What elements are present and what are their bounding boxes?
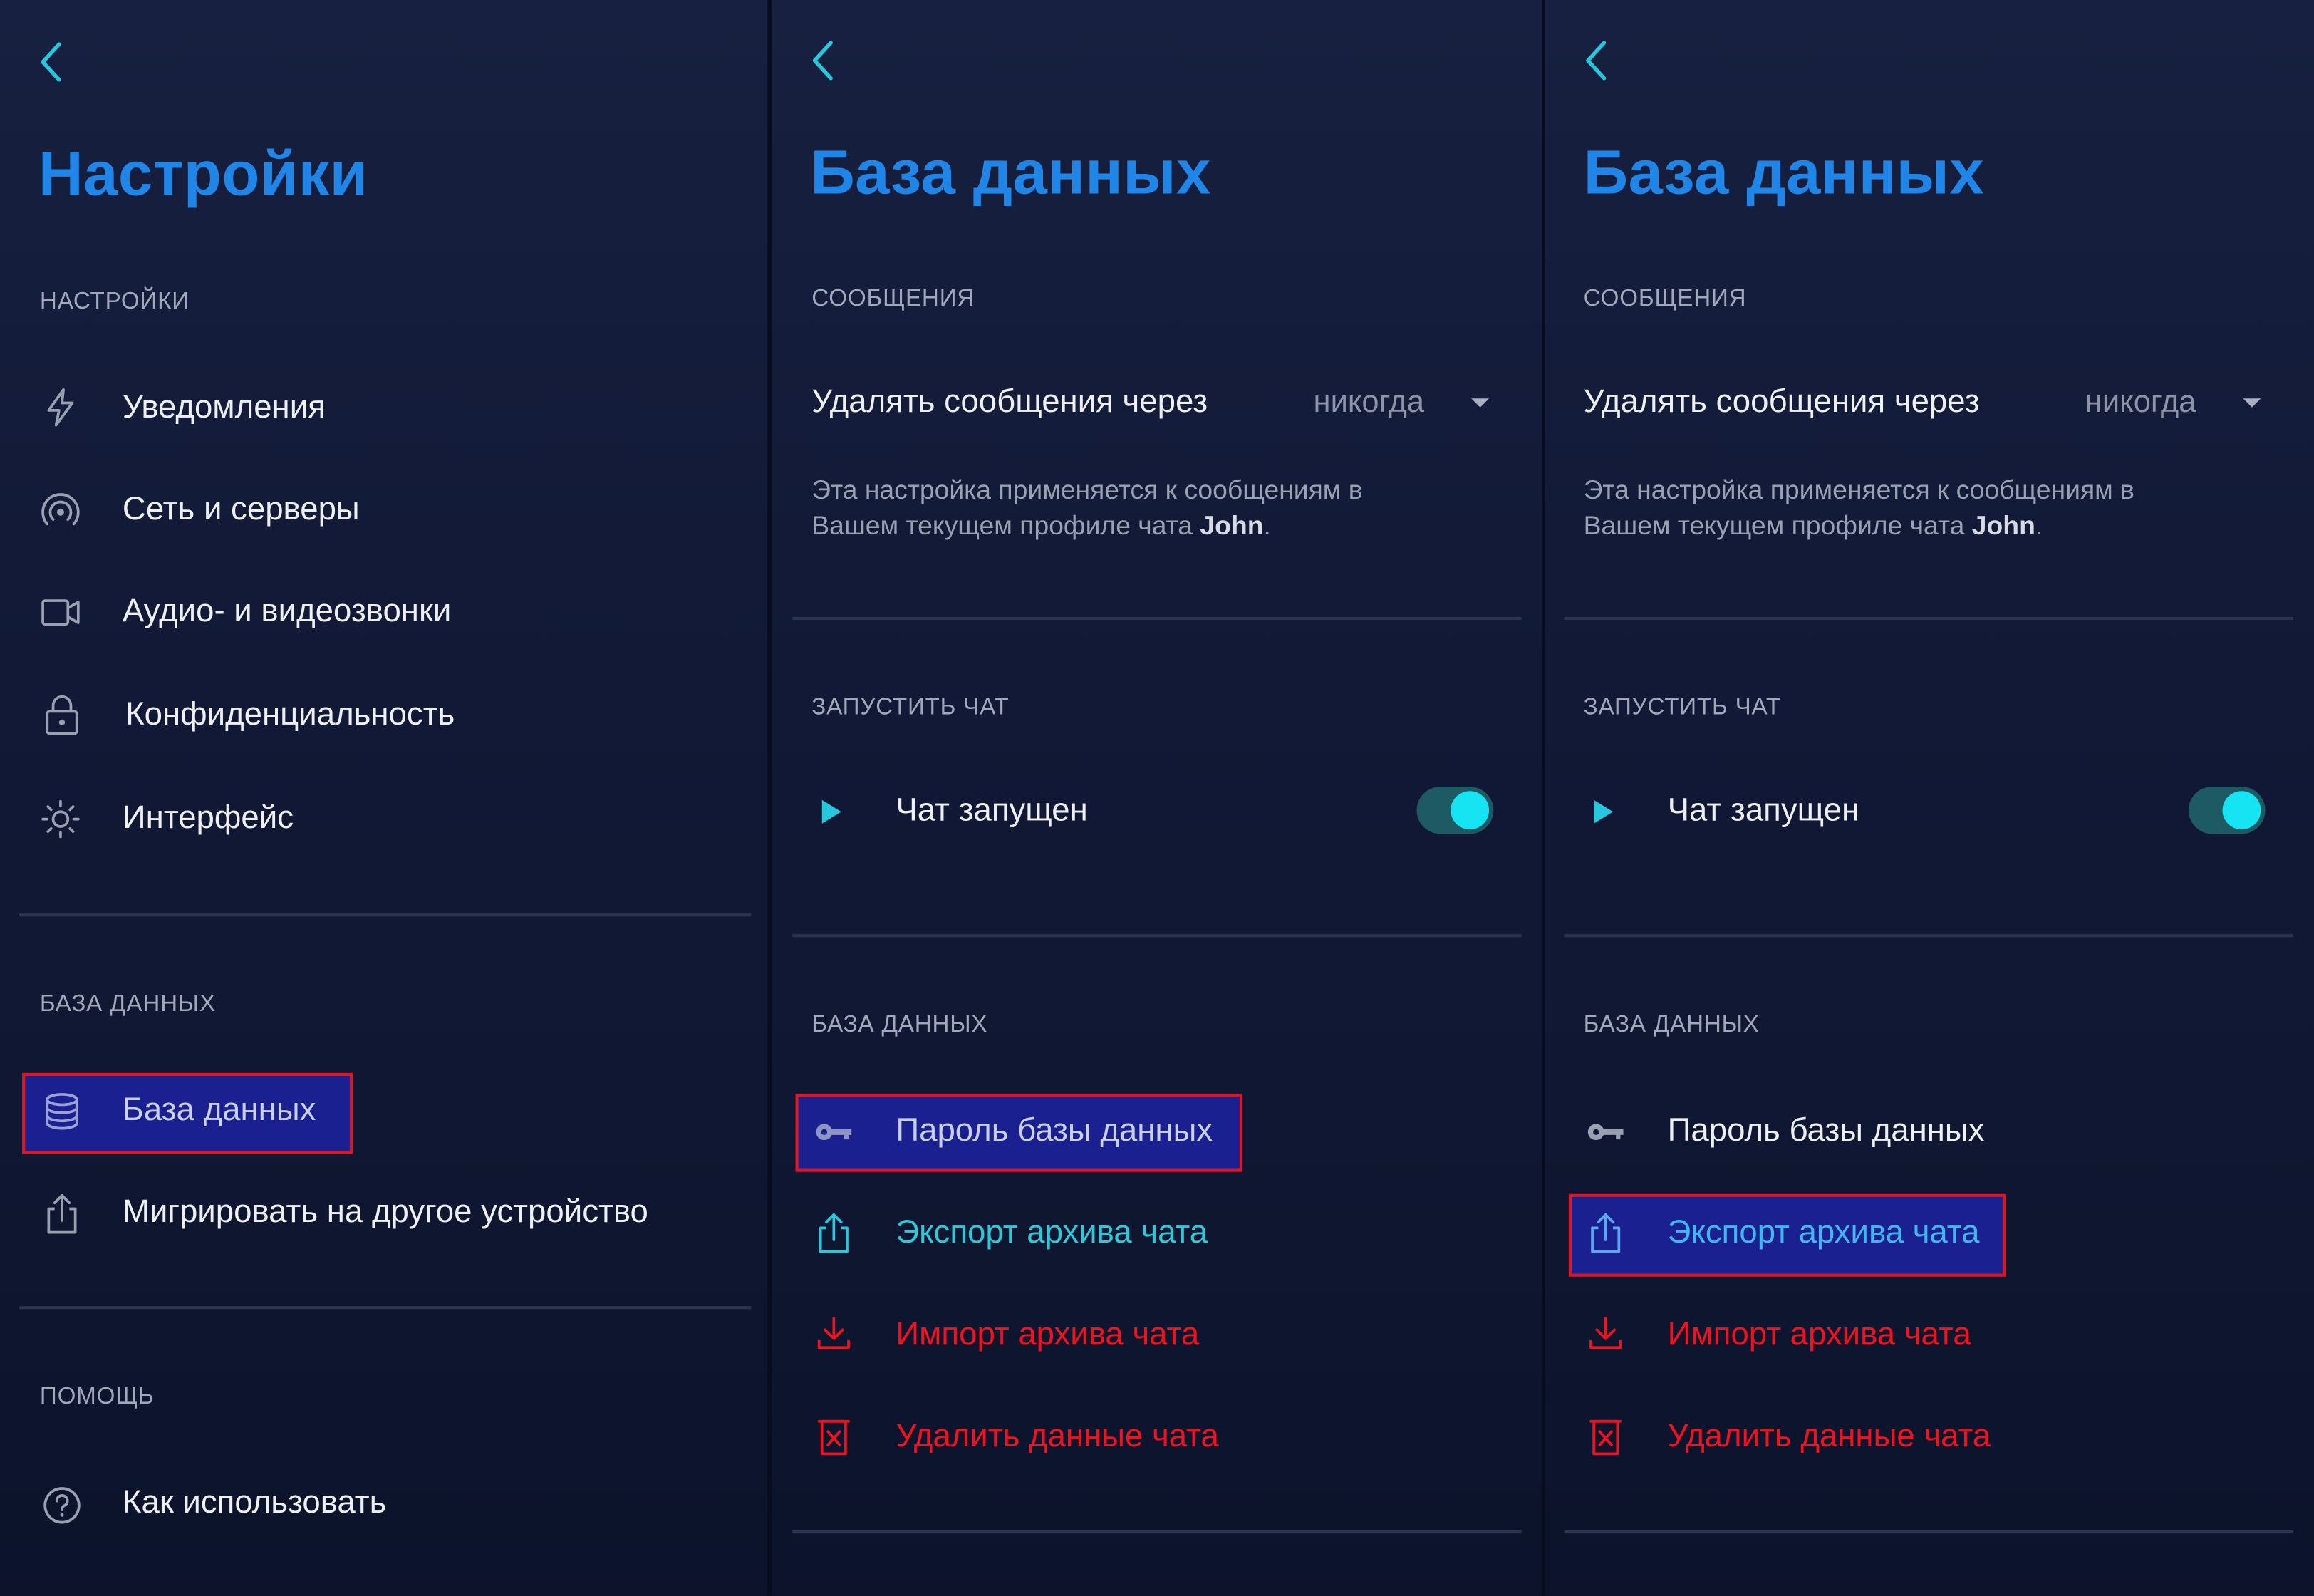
section-divider <box>1564 934 2293 937</box>
sidebar-item-notifications[interactable]: Уведомления <box>123 388 326 427</box>
database-password-item[interactable]: Пароль базы данных <box>1668 1112 1985 1150</box>
section-divider <box>1564 1530 2293 1533</box>
chat-running-label: Чат запущен <box>1667 791 1860 829</box>
toggle-knob <box>2222 791 2261 830</box>
description-line-1: Эта настройка применяется к сообщениям в <box>811 475 1363 505</box>
sidebar-item-database[interactable]: База данных <box>123 1091 316 1129</box>
delete-chat-data-item[interactable]: Удалить данные чата <box>896 1417 1218 1456</box>
delete-messages-dropdown[interactable]: никогда <box>2085 385 2196 421</box>
description-line-2: Вашем текущем профиле чата John. <box>811 508 1362 544</box>
page-title: База данных <box>810 137 1211 207</box>
export-archive-item[interactable]: Экспорт архива чата <box>896 1213 1208 1252</box>
sidebar-item-interface[interactable]: Интерфейс <box>123 799 294 837</box>
profile-name: John <box>1200 510 1264 541</box>
sidebar-item-migrate[interactable]: Мигрировать на другое устройство <box>123 1193 648 1231</box>
lightning-icon <box>47 388 74 427</box>
section-header-run-chat: ЗАПУСТИТЬ ЧАТ <box>1583 695 1781 720</box>
play-icon <box>821 799 841 824</box>
export-archive-item[interactable]: Экспорт архива чата <box>1668 1213 1980 1252</box>
network-icon <box>41 493 80 526</box>
chevron-down-icon[interactable] <box>1471 398 1490 408</box>
section-header-database: БАЗА ДАННЫХ <box>39 991 217 1017</box>
delete-icon <box>817 1419 850 1456</box>
section-divider <box>1564 616 2293 619</box>
section-divider <box>792 934 1522 937</box>
database-icon <box>46 1093 78 1130</box>
description-text: Вашем текущем профиле чата <box>811 510 1193 541</box>
import-archive-item[interactable]: Импорт архива чата <box>1668 1315 1971 1354</box>
sidebar-item-privacy[interactable]: Конфиденциальность <box>125 695 455 734</box>
database-screen-password: База данных СООБЩЕНИЯ Удалять сообщения … <box>772 0 1542 1596</box>
database-screen-export: База данных СООБЩЕНИЯ Удалять сообщения … <box>1545 0 2314 1596</box>
import-archive-item[interactable]: Импорт архива чата <box>896 1315 1199 1354</box>
section-header-settings: НАСТРОЙКИ <box>39 289 190 315</box>
delete-messages-description: Эта настройка применяется к сообщениям в… <box>1584 472 2134 543</box>
screenshot-stage: Настройки НАСТРОЙКИ Уведомления Сеть и с… <box>0 0 2314 1596</box>
lock-icon <box>46 695 78 735</box>
section-header-run-chat: ЗАПУСТИТЬ ЧАТ <box>811 695 1010 720</box>
section-divider <box>792 1530 1522 1533</box>
chat-running-toggle[interactable] <box>2188 787 2266 834</box>
settings-screen: Настройки НАСТРОЙКИ Уведомления Сеть и с… <box>0 0 768 1596</box>
export-icon <box>1591 1213 1621 1253</box>
back-arrow-icon[interactable] <box>807 38 840 83</box>
back-arrow-icon[interactable] <box>36 40 68 84</box>
key-icon <box>1587 1124 1624 1141</box>
sidebar-item-network[interactable]: Сеть и серверы <box>123 490 360 529</box>
description-end: . <box>2035 510 2043 541</box>
description-line-1: Эта настройка применяется к сообщениям в <box>1583 475 2134 505</box>
delete-messages-dropdown[interactable]: никогда <box>1314 385 1425 421</box>
description-end: . <box>1263 510 1271 541</box>
section-header-messages: СООБЩЕНИЯ <box>811 286 975 312</box>
sidebar-item-calls[interactable]: Аудио- и видеозвонки <box>123 592 451 631</box>
delete-messages-label: Удалять сообщения через <box>811 382 1208 420</box>
section-divider <box>19 913 752 916</box>
chat-running-label: Чат запущен <box>896 791 1088 829</box>
download-icon <box>1589 1316 1622 1349</box>
chat-running-toggle[interactable] <box>1416 787 1494 834</box>
database-password-item[interactable]: Пароль базы данных <box>896 1112 1213 1150</box>
description-text: Вашем текущем профиле чата <box>1583 510 1965 541</box>
sun-icon <box>41 799 80 839</box>
delete-messages-description: Эта настройка применяется к сообщениям в… <box>811 472 1362 543</box>
delete-icon <box>1589 1419 1622 1456</box>
section-header-database: БАЗА ДАННЫХ <box>1583 1012 1760 1038</box>
sidebar-item-help[interactable]: Как использовать <box>123 1483 386 1522</box>
page-title: Настройки <box>38 138 368 209</box>
section-divider <box>792 616 1522 619</box>
question-icon <box>43 1487 81 1524</box>
chevron-down-icon[interactable] <box>2243 398 2261 408</box>
section-header-help: ПОМОЩЬ <box>39 1384 155 1410</box>
delete-chat-data-item[interactable]: Удалить данные чата <box>1668 1417 1991 1456</box>
back-arrow-icon[interactable] <box>1580 38 1613 83</box>
profile-name: John <box>1971 510 2035 541</box>
toggle-knob <box>1451 791 1490 830</box>
description-line-2: Вашем текущем профиле чата John. <box>1584 508 2134 544</box>
export-icon <box>819 1213 849 1253</box>
section-header-database: БАЗА ДАННЫХ <box>811 1012 988 1038</box>
key-icon <box>816 1124 852 1141</box>
share-icon <box>47 1193 77 1234</box>
section-header-messages: СООБЩЕНИЯ <box>1583 286 1747 312</box>
play-icon <box>1594 799 1614 824</box>
page-title: База данных <box>1583 137 1985 207</box>
section-divider <box>19 1306 752 1309</box>
video-call-icon <box>41 599 80 626</box>
download-icon <box>817 1316 850 1349</box>
delete-messages-label: Удалять сообщения через <box>1583 382 1980 420</box>
